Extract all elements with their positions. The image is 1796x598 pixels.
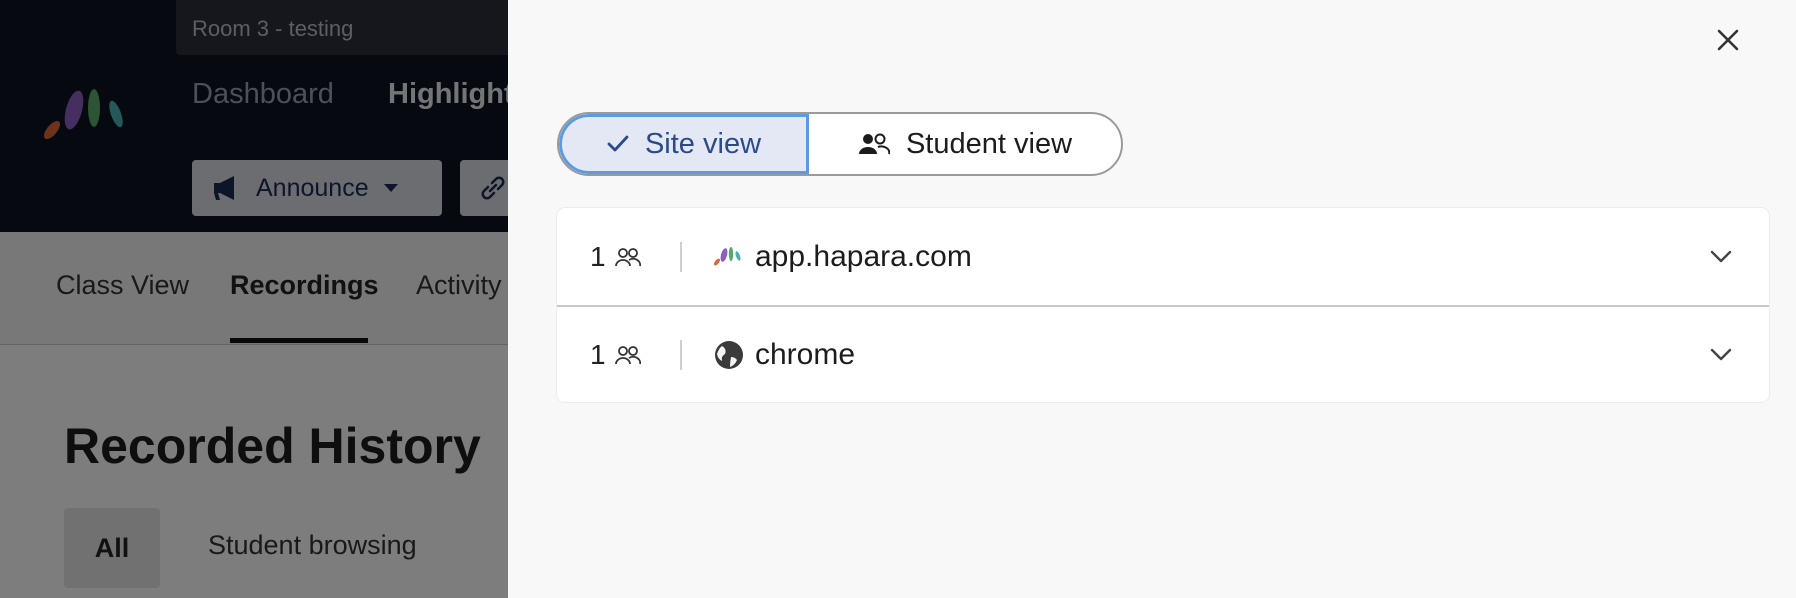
student-view-label: Student view bbox=[905, 127, 1073, 160]
site-name: app.hapara.com bbox=[755, 239, 972, 273]
divider bbox=[680, 339, 682, 370]
student-count-value: 1 bbox=[590, 338, 606, 370]
users-icon bbox=[858, 133, 890, 155]
close-icon bbox=[1717, 29, 1739, 51]
site-list: 1 app.hapara.com 1 chrome bbox=[557, 208, 1769, 402]
site-view-label: Site view bbox=[644, 127, 762, 160]
student-count: 1 bbox=[590, 241, 642, 273]
site-row[interactable]: 1 app.hapara.com bbox=[557, 208, 1769, 305]
site-view-toggle[interactable]: Site view bbox=[559, 114, 809, 174]
student-view-toggle[interactable]: Student view bbox=[809, 114, 1121, 174]
users-outline-icon bbox=[614, 345, 641, 364]
check-icon bbox=[607, 135, 629, 152]
student-count-value: 1 bbox=[590, 240, 606, 272]
globe-icon bbox=[713, 339, 745, 371]
student-count: 1 bbox=[590, 339, 642, 371]
chevron-down-icon[interactable] bbox=[1707, 341, 1735, 369]
close-button[interactable] bbox=[1710, 22, 1746, 58]
chevron-down-icon[interactable] bbox=[1707, 243, 1735, 271]
site-row[interactable]: 1 chrome bbox=[557, 305, 1769, 402]
divider bbox=[680, 241, 682, 272]
view-toggle: Site view Student view bbox=[557, 112, 1123, 176]
users-outline-icon bbox=[614, 247, 641, 266]
hapara-logo-icon bbox=[713, 241, 745, 273]
site-name: chrome bbox=[755, 337, 856, 371]
site-view-drawer: Site view Student view 1 app.hapara.com … bbox=[508, 0, 1796, 598]
